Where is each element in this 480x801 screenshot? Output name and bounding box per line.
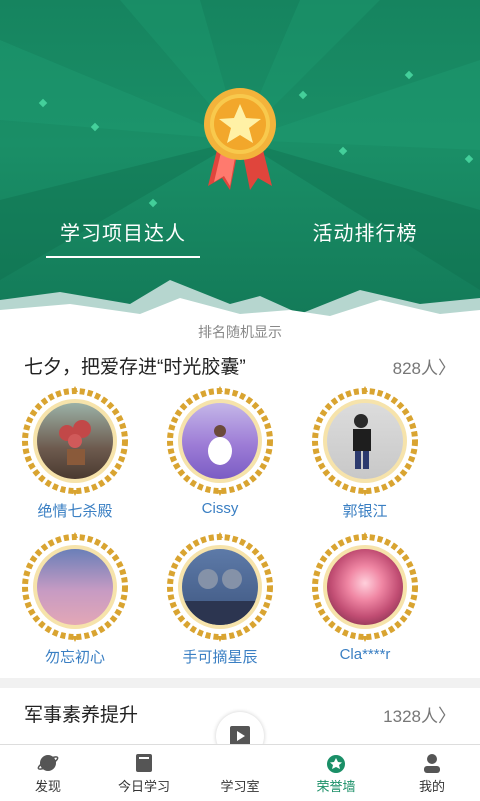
section-count: 1328人 bbox=[383, 707, 438, 726]
honor-person[interactable]: 勿忘初心 bbox=[20, 532, 130, 672]
person-icon bbox=[424, 754, 440, 773]
section-count: 828人 bbox=[392, 359, 438, 378]
tab-study-expert[interactable]: 学习项目达人 bbox=[46, 214, 200, 258]
honor-person[interactable]: 绝情七杀殿 bbox=[20, 386, 130, 526]
honor-person[interactable]: 郭银江 bbox=[310, 386, 420, 526]
nav-honor-wall[interactable]: 荣誉墙 bbox=[288, 745, 384, 801]
person-name: 绝情七杀殿 bbox=[37, 503, 113, 520]
nav-today-study[interactable]: 今日学习 bbox=[96, 745, 192, 801]
nav-label: 我的 bbox=[418, 779, 445, 794]
bottom-navigation: 发现 今日学习 学习室 荣誉墙 我的 bbox=[0, 744, 480, 801]
flower-pot-image bbox=[59, 420, 91, 465]
nav-study-room[interactable]: 学习室 bbox=[192, 745, 288, 801]
person-name: 勿忘初心 bbox=[44, 649, 105, 666]
planet-icon bbox=[37, 755, 59, 771]
honor-person[interactable]: 手可摘星辰 bbox=[165, 532, 275, 672]
medal-icon bbox=[327, 755, 345, 773]
honor-person[interactable]: Cissy bbox=[165, 386, 275, 526]
avatar-photo bbox=[37, 403, 113, 479]
mountain-decoration bbox=[0, 280, 480, 320]
cartoon-cats-image bbox=[182, 569, 258, 625]
person-name: 郭银江 bbox=[342, 503, 388, 520]
avatar-photo bbox=[182, 549, 258, 625]
honor-content: 排名随机显示 七夕，把爱存进“时光胶囊” 828人 〉 绝情七杀殿 Cissy … bbox=[0, 318, 480, 748]
honor-person[interactable]: Cla****r bbox=[310, 532, 420, 672]
person-name: Cla****r bbox=[339, 646, 391, 663]
nav-discover[interactable]: 发现 bbox=[0, 745, 96, 801]
avatar-photo bbox=[182, 403, 258, 479]
tab-activity-ranking[interactable]: 活动排行榜 bbox=[290, 214, 440, 258]
chevron-right-icon: 〉 bbox=[438, 706, 456, 726]
avatar-photo bbox=[327, 549, 403, 625]
nav-label: 荣誉墙 bbox=[316, 779, 356, 794]
ranking-note: 排名随机显示 bbox=[198, 324, 282, 340]
section-divider bbox=[0, 678, 480, 688]
avatar-photo bbox=[37, 549, 113, 625]
book-icon bbox=[136, 754, 152, 772]
nav-label: 今日学习 bbox=[117, 779, 170, 794]
avatar-photo bbox=[327, 403, 403, 479]
honor-banner: 学习项目达人 活动排行榜 bbox=[0, 0, 480, 320]
lavender-field-image bbox=[208, 425, 232, 465]
chevron-right-icon: 〉 bbox=[438, 358, 456, 378]
person-name: 手可摘星辰 bbox=[182, 649, 258, 666]
nav-label: 学习室 bbox=[220, 779, 260, 794]
person-name: Cissy bbox=[201, 500, 239, 517]
nav-mine[interactable]: 我的 bbox=[384, 745, 480, 801]
section-header[interactable]: 七夕，把爱存进“时光胶囊” 828人 〉 bbox=[24, 352, 456, 382]
medal-icon bbox=[204, 88, 276, 190]
section-title: 七夕，把爱存进“时光胶囊” bbox=[24, 357, 246, 378]
section-title: 军事素养提升 bbox=[24, 705, 139, 726]
child-standing-image bbox=[353, 414, 371, 469]
ranking-tabs: 学习项目达人 活动排行榜 bbox=[0, 214, 480, 258]
nav-label: 发现 bbox=[34, 779, 61, 794]
